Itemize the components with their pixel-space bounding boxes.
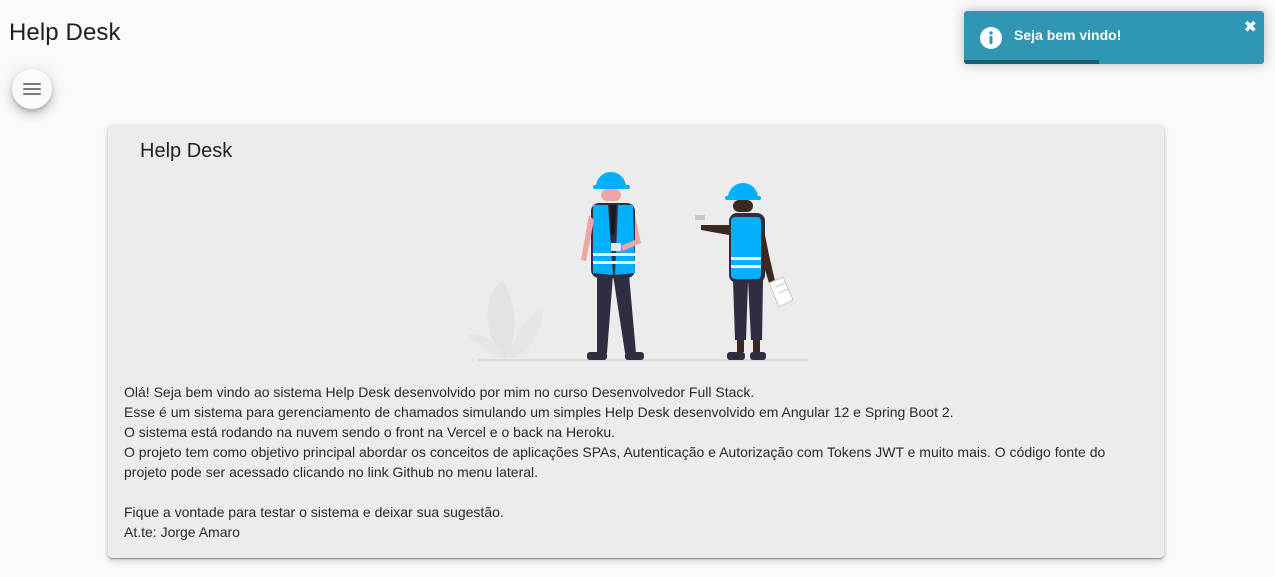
menu-icon [23,83,41,95]
hosting-paragraph: O sistema está rodando na nuvem sendo o … [124,424,616,440]
intro-paragraph: Olá! Seja bem vindo ao sistema Help Desk… [124,384,755,400]
closing-paragraph: Fique a vontade para testar o sistema e … [124,504,504,520]
menu-button[interactable] [12,69,52,109]
signature: At.te: Jorge Amaro [124,524,240,540]
toast-progress-bar [964,60,1099,64]
engineers-illustration [466,172,808,361]
close-icon[interactable]: ✖ [1244,20,1257,36]
app-title: Help Desk [9,19,121,46]
toast-message: Seja bem vindo! [1014,27,1122,43]
info-icon [980,27,1002,49]
welcome-toast[interactable]: Seja bem vindo! ✖ [964,11,1264,64]
welcome-card: Help Desk Olá! Seja bem vindo ao sistema… [108,125,1164,558]
card-body: Olá! Seja bem vindo ao sistema Help Desk… [124,382,1134,542]
description-paragraph: Esse é um sistema para gerenciamento de … [124,404,954,420]
card-title: Help Desk [140,140,233,162]
objective-paragraph: O projeto tem como objetivo principal ab… [124,444,1106,480]
toast-progress-track [964,60,1264,64]
